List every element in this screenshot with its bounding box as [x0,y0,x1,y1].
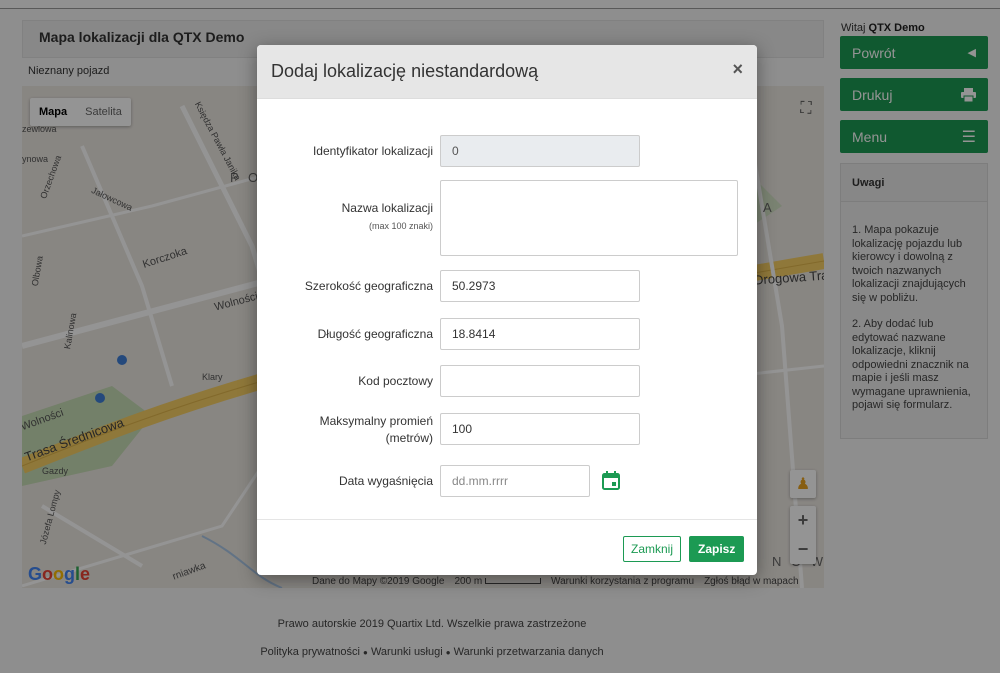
dialog-footer: Zamknij Zapisz [257,519,757,575]
close-icon[interactable]: × [732,59,743,80]
expiry-date-input[interactable] [440,465,590,497]
dialog-header: Dodaj lokalizację niestandardową × [257,45,757,99]
location-id-input[interactable] [440,135,640,167]
add-location-dialog: Dodaj lokalizację niestandardową × Ident… [257,45,757,575]
postcode-input[interactable] [440,365,640,397]
latitude-label: Szerokość geograficzna [304,279,433,293]
location-name-label: Nazwa lokalizacji (max 100 znaki) [341,201,433,231]
latitude-input[interactable] [440,270,640,302]
calendar-icon[interactable] [602,471,620,490]
longitude-input[interactable] [440,318,640,350]
save-button[interactable]: Zapisz [689,536,745,562]
location-name-hint: (max 100 znaki) [368,221,433,231]
location-name-input[interactable] [440,180,738,256]
radius-label: Maksymalny promień (metrów) [319,414,433,445]
expiry-label: Data wygaśnięcia [338,474,433,488]
dialog-title: Dodaj lokalizację niestandardową [271,61,539,81]
postcode-label: Kod pocztowy [358,374,433,388]
longitude-label: Długość geograficzna [317,327,433,341]
location-id-label: Identyfikator lokalizacji [312,144,433,158]
close-button[interactable]: Zamknij [623,536,682,562]
radius-input[interactable] [440,413,640,445]
